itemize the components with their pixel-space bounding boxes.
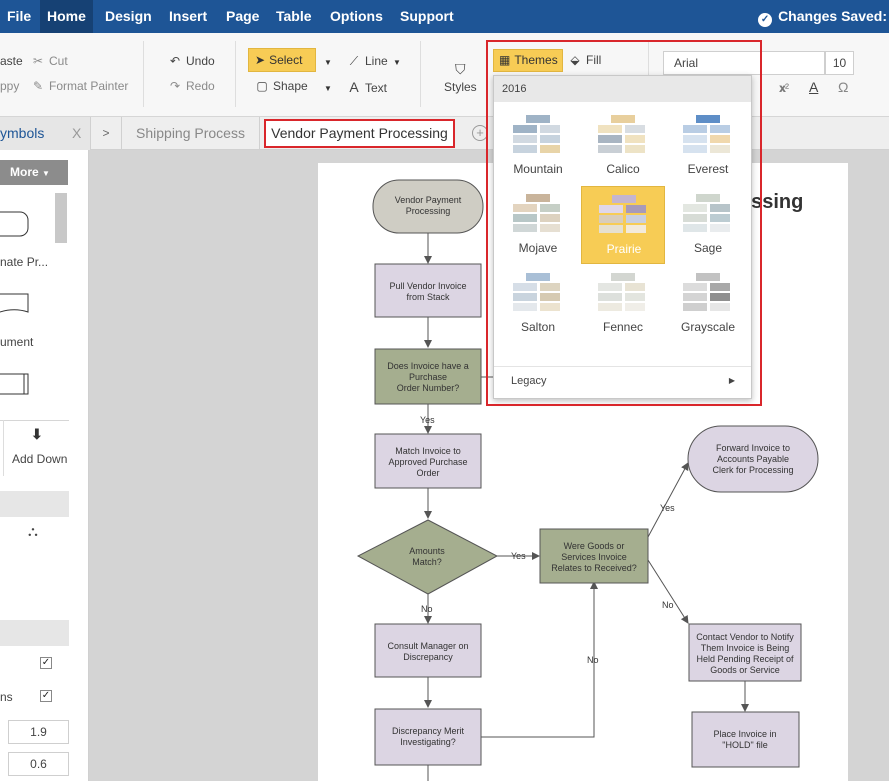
edge-label-yes: Yes	[420, 415, 435, 425]
edge-label-yes: Yes	[660, 503, 675, 513]
edge-label-yes: Yes	[511, 551, 526, 561]
flow-label-forward: Forward Invoice to Accounts Payable Clerk …	[712, 443, 793, 475]
app-window: File Home Design Insert Page Table Optio…	[0, 0, 889, 781]
flow-label-contact: Contact Vendor to Notify Them Invoice is …	[696, 632, 794, 675]
flow-label-hold: Place Invoice in "HOLD" file	[713, 729, 776, 750]
connector-were-contact	[647, 559, 689, 624]
flow-label-were: Were Goods or Services Invoice Relates to …	[551, 541, 637, 573]
connector-discrepancy-were	[481, 581, 598, 738]
edge-label-no: No	[421, 604, 433, 614]
edge-label-no: No	[587, 655, 599, 665]
flow-label-discrepancy: Discrepancy Merit Investigating?	[392, 726, 465, 747]
themes-highlight-box	[486, 40, 762, 406]
font-size-input[interactable]: 10	[825, 51, 854, 75]
edge-label-no: No	[662, 600, 674, 610]
connector-were-forward	[647, 462, 689, 538]
flow-label-amounts: Amounts Match?	[409, 546, 445, 567]
